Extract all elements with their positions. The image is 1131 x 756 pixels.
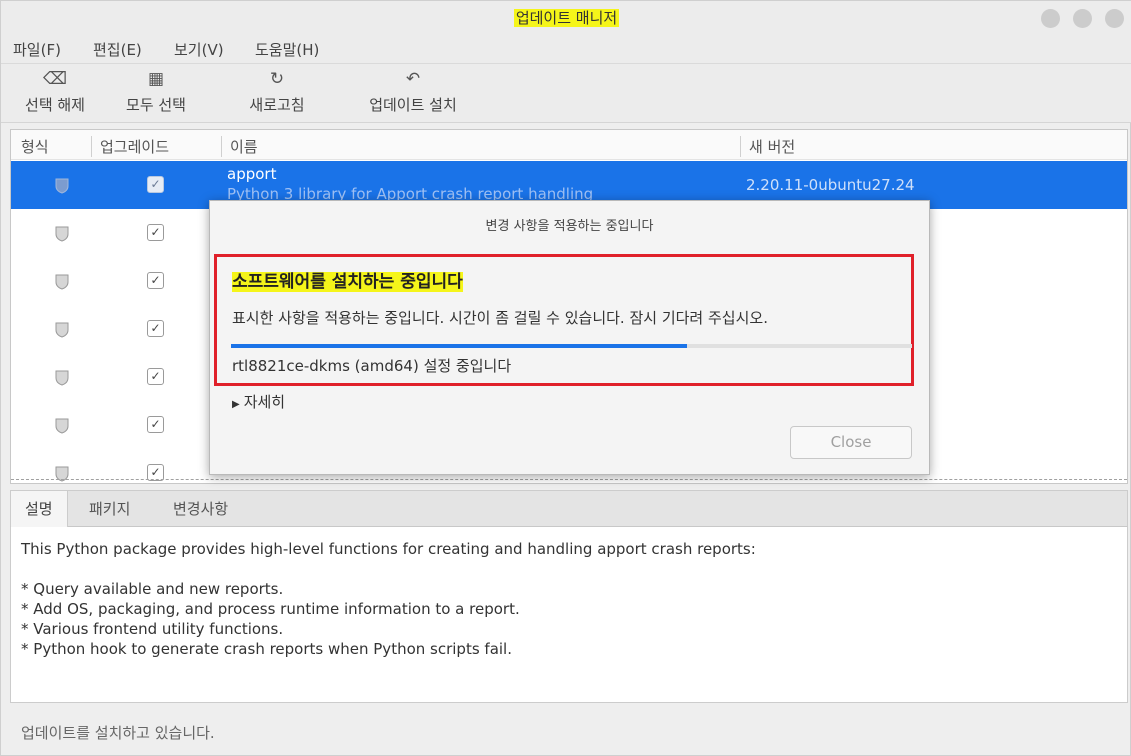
security-shield-icon bbox=[55, 226, 69, 242]
tab-changes[interactable]: 변경사항 bbox=[159, 491, 242, 527]
column-type[interactable]: 형식 bbox=[13, 136, 49, 157]
status-text: 업데이트를 설치하고 있습니다. bbox=[21, 724, 215, 742]
package-name: apport bbox=[227, 165, 277, 183]
upgrade-checkbox[interactable]: ✓ bbox=[147, 416, 164, 433]
select-all-label: 모두 선택 bbox=[126, 96, 186, 114]
description-panel: This Python package provides high-level … bbox=[10, 527, 1128, 703]
clear-selection-label: 선택 해제 bbox=[25, 96, 85, 114]
install-updates-label: 업데이트 설치 bbox=[369, 96, 457, 114]
upgrade-checkbox[interactable]: ✓ bbox=[147, 368, 164, 385]
upgrade-checkbox[interactable]: ✓ bbox=[147, 224, 164, 241]
progress-fill bbox=[231, 344, 688, 348]
select-all-button[interactable]: ▦ 모두 선택 bbox=[116, 68, 196, 120]
update-manager-window: 업데이트 매니저 파일(F) 편집(E) 보기(V) 도움말(H) ⌫ 선택 해… bbox=[0, 0, 1131, 756]
clear-selection-button[interactable]: ⌫ 선택 해제 bbox=[15, 68, 95, 120]
description-intro: This Python package provides high-level … bbox=[21, 540, 756, 558]
column-name[interactable]: 이름 bbox=[221, 136, 258, 157]
close-window-button[interactable] bbox=[1105, 9, 1124, 28]
tab-description[interactable]: 설명 bbox=[11, 491, 68, 527]
security-shield-icon bbox=[55, 370, 69, 386]
menu-edit[interactable]: 편집(E) bbox=[93, 39, 142, 60]
description-bullet: * Add OS, packaging, and process runtime… bbox=[21, 600, 520, 618]
install-progress-bar bbox=[231, 344, 912, 348]
description-bullet: * Various frontend utility functions. bbox=[21, 620, 284, 638]
security-shield-icon bbox=[55, 274, 69, 290]
clear-icon: ⌫ bbox=[42, 69, 68, 89]
list-header: 형식 업그레이드 이름 새 버전 bbox=[11, 130, 1127, 160]
install-updates-button[interactable]: ↶ 업데이트 설치 bbox=[355, 68, 471, 120]
close-button[interactable]: Close bbox=[790, 426, 912, 459]
upgrade-checkbox[interactable]: ✓ bbox=[147, 176, 164, 193]
package-version: 2.20.11-0ubuntu27.24 bbox=[746, 176, 915, 194]
description-bullet: * Query available and new reports. bbox=[21, 580, 284, 598]
menu-file[interactable]: 파일(F) bbox=[13, 39, 61, 60]
tab-package[interactable]: 패키지 bbox=[75, 491, 144, 527]
dialog-status: rtl8821ce-dkms (amd64) 설정 중입니다 bbox=[232, 357, 512, 375]
refresh-icon: ↻ bbox=[269, 69, 285, 89]
column-new-version[interactable]: 새 버전 bbox=[740, 136, 795, 157]
upgrade-checkbox[interactable]: ✓ bbox=[147, 320, 164, 337]
menu-help[interactable]: 도움말(H) bbox=[255, 39, 319, 60]
expand-triangle-icon: ▶ bbox=[232, 399, 240, 410]
list-divider bbox=[11, 479, 1127, 480]
applying-changes-dialog: 변경 사항을 적용하는 중입니다 소프트웨어를 설치하는 중입니다 표시한 사항… bbox=[209, 200, 930, 475]
install-icon: ↶ bbox=[405, 69, 421, 89]
dialog-heading: 소프트웨어를 설치하는 중입니다 bbox=[232, 272, 463, 292]
maximize-button[interactable] bbox=[1073, 9, 1092, 28]
titlebar: 업데이트 매니저 bbox=[1, 1, 1131, 35]
toolbar: ⌫ 선택 해제 ▦ 모두 선택 ↻ 새로고침 ↶ 업데이트 설치 bbox=[1, 63, 1131, 123]
select-all-icon: ▦ bbox=[147, 69, 165, 89]
dialog-message: 표시한 사항을 적용하는 중입니다. 시간이 좀 걸릴 수 있습니다. 잠시 기… bbox=[232, 309, 768, 327]
details-label: 자세히 bbox=[243, 393, 286, 411]
refresh-label: 새로고침 bbox=[249, 96, 305, 114]
security-shield-icon bbox=[55, 418, 69, 434]
upgrade-checkbox[interactable]: ✓ bbox=[147, 272, 164, 289]
description-bullet: * Python hook to generate crash reports … bbox=[21, 640, 512, 658]
column-upgrade[interactable]: 업그레이드 bbox=[91, 136, 169, 157]
refresh-button[interactable]: ↻ 새로고침 bbox=[237, 68, 317, 120]
window-title: 업데이트 매니저 bbox=[513, 9, 620, 27]
menu-view[interactable]: 보기(V) bbox=[174, 39, 224, 60]
details-expander[interactable]: ▶ 자세히 bbox=[232, 391, 285, 412]
annotation-highlight-box: 소프트웨어를 설치하는 중입니다 표시한 사항을 적용하는 중입니다. 시간이 … bbox=[214, 254, 914, 386]
menubar: 파일(F) 편집(E) 보기(V) 도움말(H) bbox=[1, 35, 1131, 63]
security-shield-icon bbox=[55, 178, 69, 194]
minimize-button[interactable] bbox=[1041, 9, 1060, 28]
dialog-title: 변경 사항을 적용하는 중입니다 bbox=[485, 219, 654, 234]
details-tabbar: 설명 패키지 변경사항 bbox=[10, 490, 1128, 527]
security-shield-icon bbox=[55, 322, 69, 338]
